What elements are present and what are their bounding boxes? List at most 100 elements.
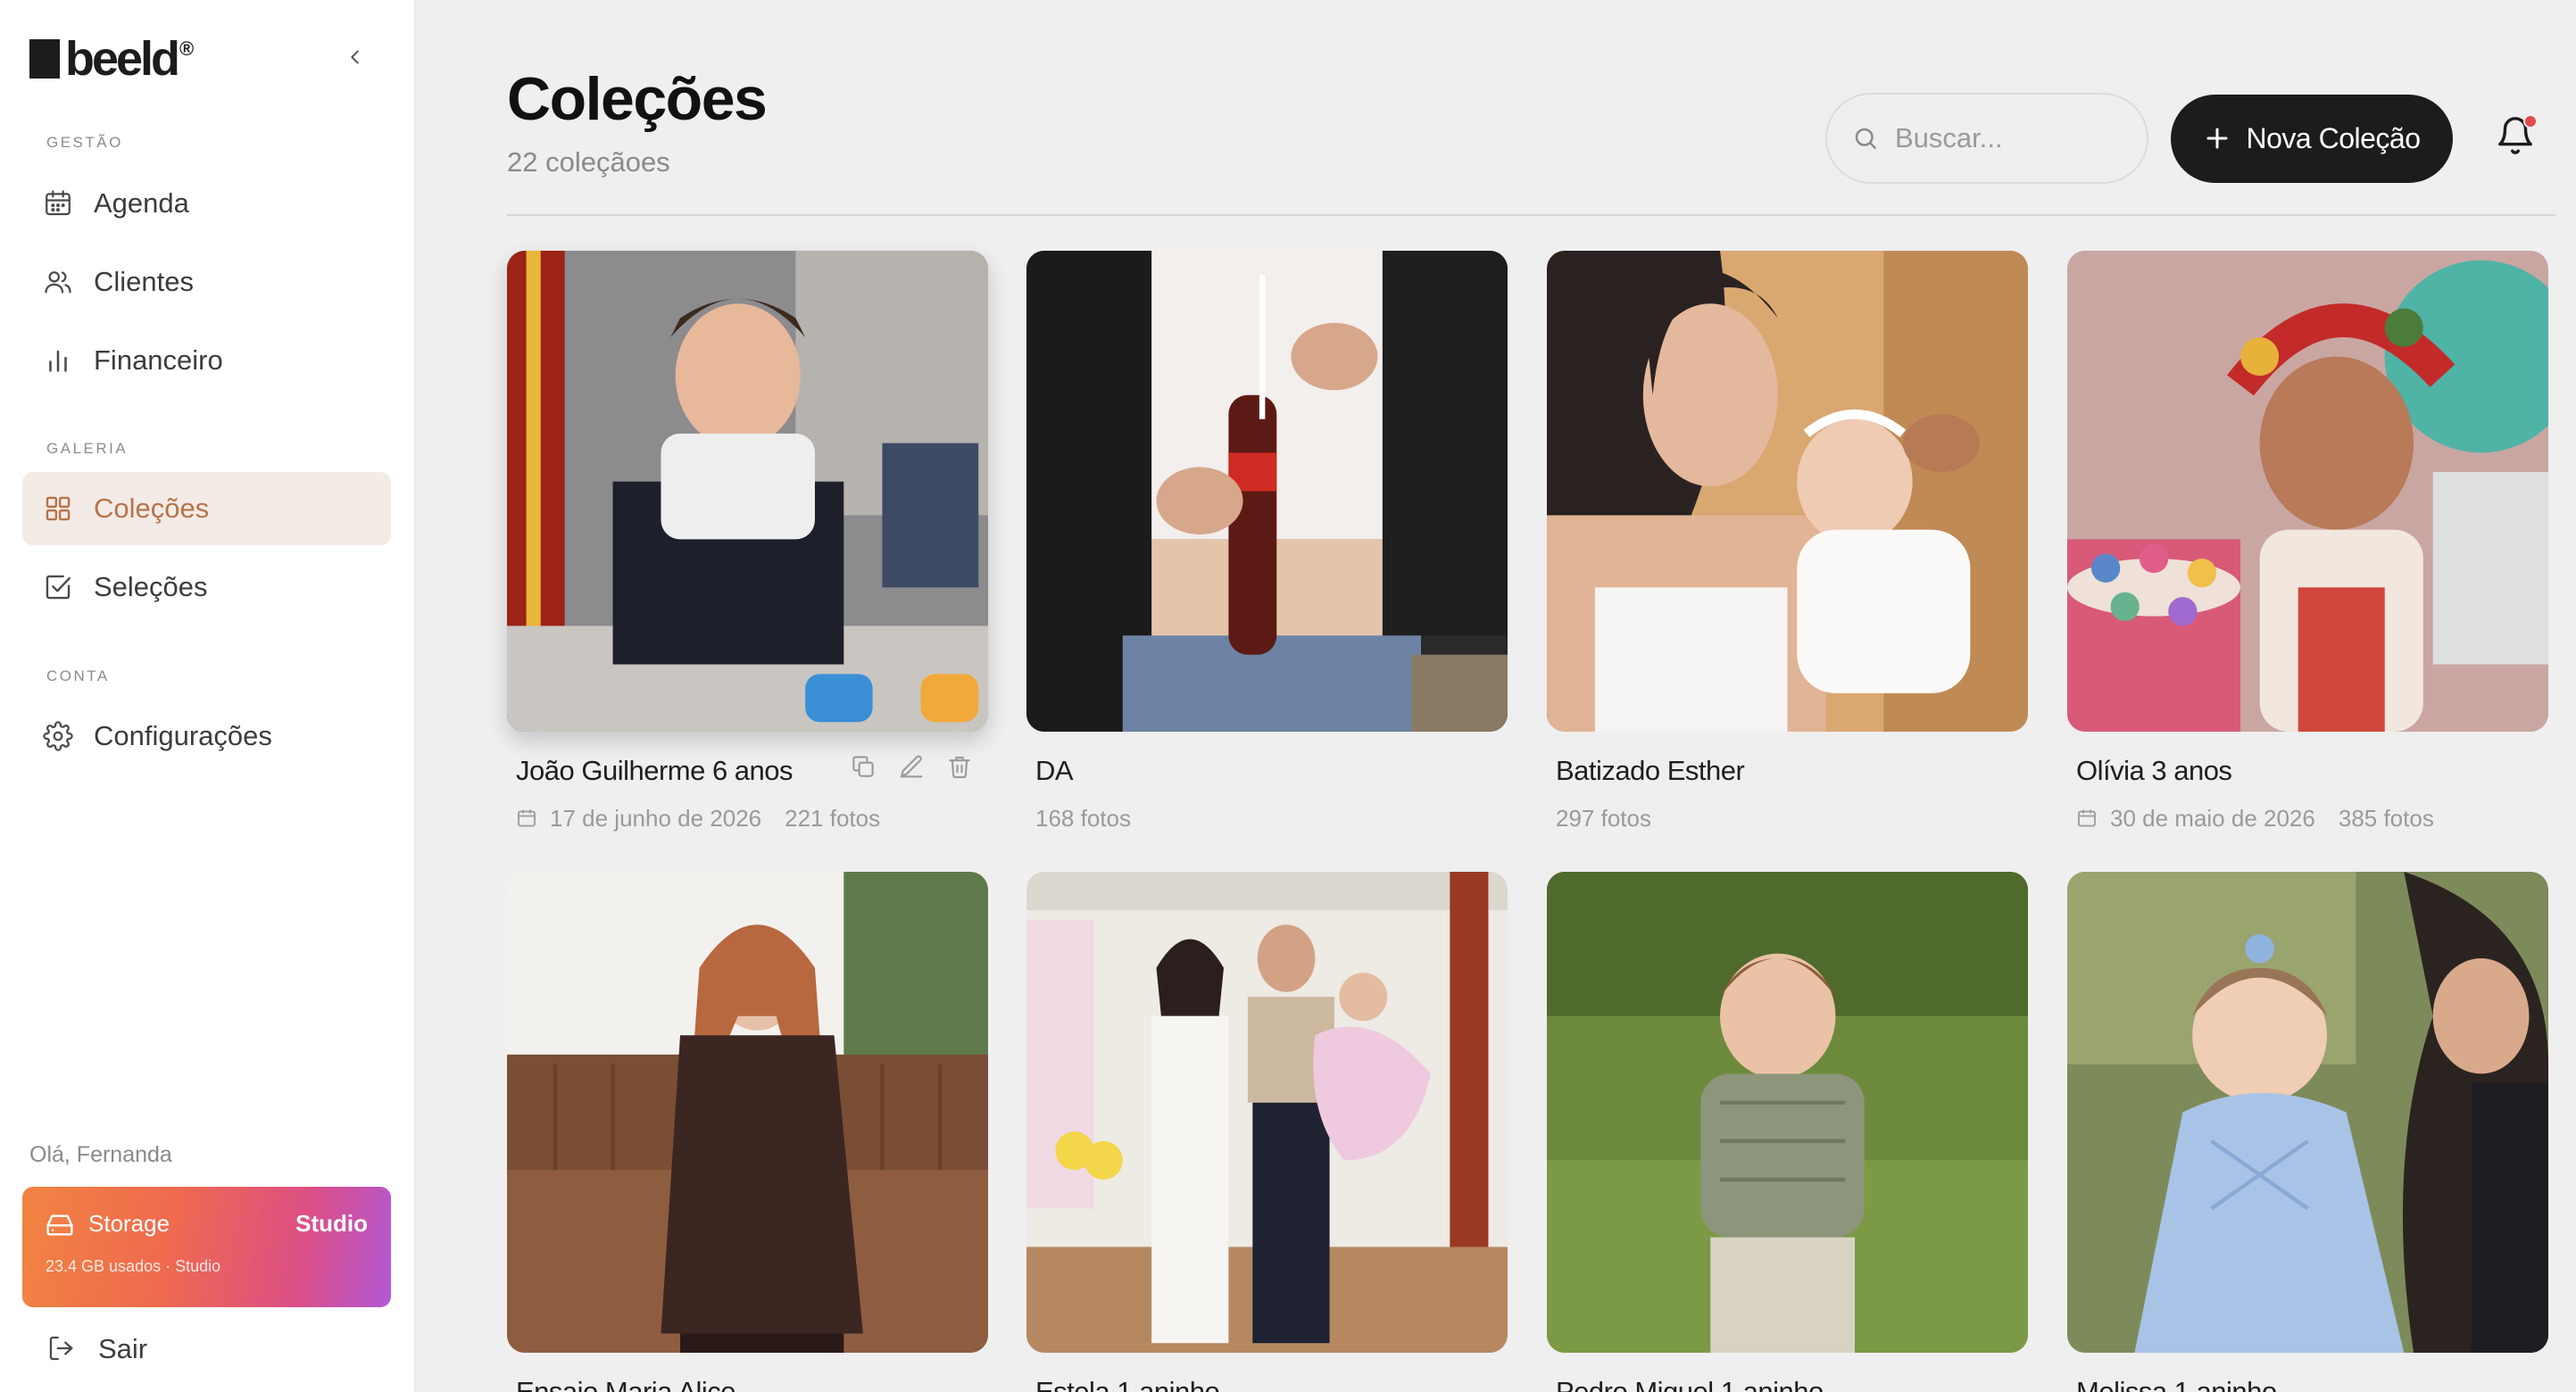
collection-thumbnail[interactable]	[1547, 872, 2028, 1353]
duplicate-button[interactable]	[847, 750, 879, 783]
photo-woman-sofa	[507, 872, 988, 1353]
collection-thumbnail[interactable]	[507, 251, 988, 732]
photo-baptism-mother-baby	[1547, 251, 2028, 732]
collection-thumbnail[interactable]	[1026, 872, 1508, 1353]
collection-card[interactable]: Estela 1 aninho	[1026, 872, 1508, 1392]
storage-card[interactable]: Storage Studio 23.4 GB usados · Studio	[22, 1187, 391, 1307]
logout-button[interactable]: Sair	[46, 1333, 147, 1365]
photo-toddler-grass	[1547, 872, 2028, 1353]
collection-thumbnail[interactable]	[1547, 251, 2028, 732]
collection-meta: 297 fotos	[1556, 805, 2028, 833]
sidebar-item-configuracoes[interactable]: Configurações	[22, 700, 391, 773]
new-collection-label: Nova Coleção	[2246, 122, 2422, 154]
collection-card[interactable]: Melissa 1 aninho	[2067, 872, 2548, 1392]
grid-icon	[42, 493, 74, 525]
collection-card[interactable]: Pedro Miguel 1 aninho	[1547, 872, 2028, 1392]
collapse-sidebar-button[interactable]	[339, 41, 371, 73]
collection-date: 30 de maio de 2026	[2110, 805, 2315, 832]
calendar-icon	[2076, 808, 2099, 831]
collection-date: 17 de junho de 2026	[550, 805, 762, 832]
sidebar-item-financeiro[interactable]: Financeiro	[22, 324, 391, 397]
logo-mark	[29, 39, 60, 79]
collection-meta: 168 fotos	[1035, 805, 1508, 833]
photo-woman-soda	[1026, 251, 1508, 732]
edit-button[interactable]	[895, 750, 927, 783]
delete-button[interactable]	[943, 750, 976, 783]
collection-card[interactable]: DA 168 fotos	[1026, 251, 1508, 833]
notifications-button[interactable]	[2495, 112, 2539, 162]
search-box[interactable]	[1825, 93, 2148, 184]
header-divider	[507, 214, 2555, 216]
photo-girl-flower-crown	[2067, 251, 2548, 732]
section-label-conta: CONTA	[46, 667, 110, 684]
collection-photo-count: 297 fotos	[1556, 805, 1651, 832]
collection-card[interactable]: Ensaio Maria Alice	[507, 872, 988, 1392]
logout-label: Sair	[98, 1333, 148, 1364]
sidebar: beeld ® GESTÃO Agenda Clientes Financeir…	[0, 0, 415, 1392]
bar-chart-icon	[42, 344, 74, 377]
section-label-gestao: GESTÃO	[46, 134, 123, 151]
collection-thumbnail[interactable]	[507, 872, 988, 1353]
sidebar-item-clientes[interactable]: Clientes	[22, 245, 391, 319]
calendar-icon	[42, 187, 74, 220]
collection-count: 22 coleçãoes	[507, 146, 670, 178]
card-actions	[847, 750, 976, 783]
collection-title: DA	[1035, 755, 1074, 786]
sidebar-item-label: Seleções	[94, 571, 208, 602]
collection-meta: 17 de junho de 2026 221 fotos	[516, 805, 988, 833]
sidebar-item-colecoes[interactable]: Coleções	[22, 472, 391, 545]
copy-icon	[852, 756, 874, 777]
collection-title: Olívia 3 anos	[2076, 755, 2232, 786]
collection-thumbnail[interactable]	[1026, 251, 1508, 732]
sidebar-item-label: Agenda	[94, 187, 189, 219]
calendar-icon	[516, 808, 539, 831]
trash-icon	[949, 756, 970, 778]
page-title: Coleções	[507, 65, 768, 133]
collection-photo-count: 221 fotos	[785, 805, 881, 832]
collection-title: Ensaio Maria Alice	[516, 1376, 736, 1392]
storage-plan: Studio	[295, 1210, 368, 1237]
section-label-galeria: GALERIA	[46, 440, 129, 457]
collection-card[interactable]: João Guilherme 6 anos 17 de junho de 202…	[507, 251, 988, 833]
user-greeting: Olá, Fernanda	[29, 1142, 172, 1167]
collection-title: Pedro Miguel 1 aninho	[1556, 1376, 1824, 1392]
sidebar-item-label: Clientes	[94, 266, 194, 297]
logout-icon	[46, 1333, 79, 1365]
sidebar-item-agenda[interactable]: Agenda	[22, 167, 391, 240]
plus-icon	[2204, 120, 2231, 158]
search-icon	[1852, 125, 1879, 152]
collection-title: Batizado Esther	[1556, 755, 1745, 786]
collection-card[interactable]: Olívia 3 anos 30 de maio de 2026 385 fot…	[2067, 251, 2548, 833]
photo-family-party	[1026, 872, 1508, 1353]
storage-label: Storage	[88, 1210, 170, 1237]
sidebar-item-label: Coleções	[94, 493, 210, 524]
collection-title: Estela 1 aninho	[1035, 1376, 1220, 1392]
collection-title: Melissa 1 aninho	[2076, 1376, 2277, 1392]
new-collection-button[interactable]: Nova Coleção	[2171, 95, 2453, 183]
sidebar-item-label: Financeiro	[94, 344, 223, 376]
check-square-icon	[42, 571, 74, 603]
logo-text: beeld	[65, 32, 180, 86]
main-content: Coleções 22 coleçãoes Nova Coleção	[415, 0, 2576, 1392]
search-input[interactable]	[1895, 122, 2127, 154]
collection-card[interactable]: Batizado Esther 297 fotos	[1547, 251, 2028, 833]
app-root: beeld ® GESTÃO Agenda Clientes Financeir…	[0, 0, 2576, 1392]
sidebar-item-label: Configurações	[94, 720, 272, 751]
notification-badge	[2523, 114, 2538, 128]
chevron-left-icon	[351, 50, 359, 64]
storage-usage: 23.4 GB usados · Studio	[46, 1257, 221, 1275]
gear-icon	[42, 720, 74, 752]
collection-photo-count: 168 fotos	[1035, 805, 1131, 832]
photo-boy-birthday	[507, 251, 988, 732]
brand-logo[interactable]: beeld ®	[29, 32, 195, 86]
sidebar-item-selecoes[interactable]: Seleções	[22, 551, 391, 624]
collection-thumbnail[interactable]	[2067, 251, 2548, 732]
logo-registered-mark: ®	[179, 37, 195, 60]
pencil-icon	[900, 755, 923, 778]
hard-drive-icon	[46, 1212, 76, 1237]
photo-baby-blue-dress	[2067, 872, 2548, 1353]
collection-photo-count: 385 fotos	[2338, 805, 2434, 832]
users-icon	[42, 266, 74, 298]
collection-thumbnail[interactable]	[2067, 872, 2548, 1353]
collection-meta: 30 de maio de 2026 385 fotos	[2076, 805, 2548, 833]
